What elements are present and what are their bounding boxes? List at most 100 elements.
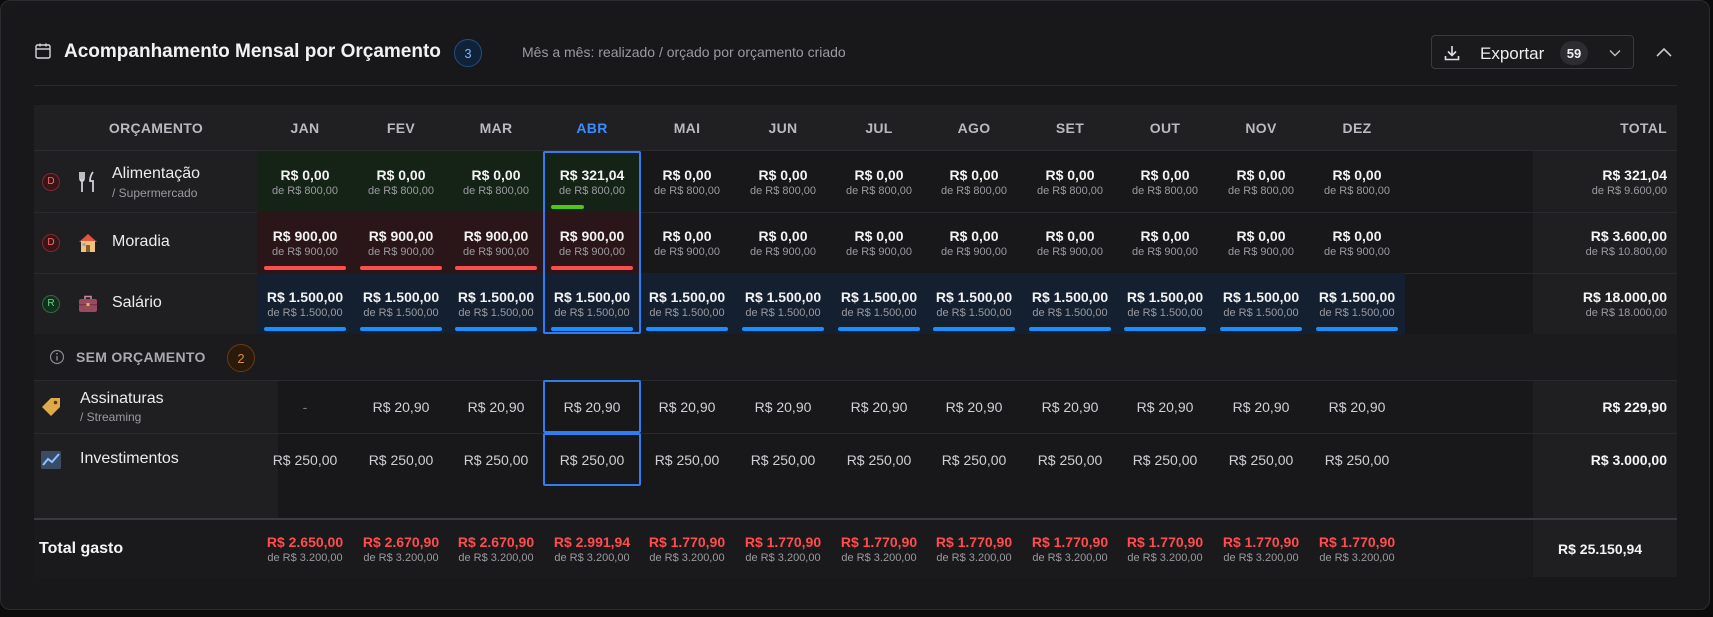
month-cell[interactable]: R$ 0,00 de R$ 900,00	[831, 212, 927, 273]
month-cell[interactable]: R$ 20,90	[353, 380, 449, 433]
month-cell[interactable]: R$ 20,90	[926, 380, 1022, 433]
month-cell[interactable]: R$ 321,04 de R$ 800,00	[544, 151, 640, 212]
month-cell[interactable]: R$ 1.500,00 de R$ 1.500,00	[1022, 273, 1118, 334]
month-cell[interactable]: R$ 250,00	[257, 433, 353, 486]
month-cell[interactable]: R$ 20,90	[1022, 380, 1118, 433]
chevron-up-icon[interactable]	[1653, 41, 1675, 63]
month-cell[interactable]: R$ 1.500,00 de R$ 1.500,00	[639, 273, 735, 334]
month-cell[interactable]: R$ 20,90	[831, 380, 927, 433]
budget-row-label[interactable]: D Alimentação / Supermercado	[34, 151, 278, 212]
category-row-label[interactable]: Assinaturas / Streaming	[34, 380, 278, 433]
month-cell[interactable]: R$ 20,90	[1213, 380, 1309, 433]
month-cell[interactable]: R$ 0,00 de R$ 800,00	[735, 151, 831, 212]
total-month-cell: R$ 1.770,90 de R$ 3.200,00	[735, 520, 831, 577]
month-cell[interactable]: R$ 20,90	[448, 380, 544, 433]
month-cell[interactable]: R$ 20,90	[639, 380, 735, 433]
month-cell[interactable]: R$ 900,00 de R$ 900,00	[544, 212, 640, 273]
chevron-down-icon[interactable]	[1608, 46, 1622, 60]
month-cell[interactable]: R$ 1.500,00 de R$ 1.500,00	[257, 273, 353, 334]
spent-value: R$ 0,00	[1140, 227, 1190, 244]
spent-value: R$ 321,04	[559, 166, 625, 183]
category-row-label[interactable]: Investimentos	[34, 433, 278, 486]
month-cell[interactable]: R$ 20,90	[1309, 380, 1405, 433]
column-header-total: TOTAL	[1620, 120, 1667, 136]
month-cell[interactable]: R$ 0,00 de R$ 900,00	[735, 212, 831, 273]
month-cell[interactable]: R$ 0,00 de R$ 800,00	[353, 151, 449, 212]
month-cell[interactable]: R$ 0,00 de R$ 800,00	[1117, 151, 1213, 212]
export-button[interactable]: Exportar 59	[1431, 35, 1634, 69]
month-cell[interactable]: R$ 20,90	[1117, 380, 1213, 433]
month-cell[interactable]: R$ 0,00 de R$ 900,00	[1022, 212, 1118, 273]
briefcase-icon	[76, 292, 100, 316]
month-cell[interactable]: R$ 0,00 de R$ 800,00	[257, 151, 353, 212]
month-cell[interactable]: R$ 250,00	[544, 433, 640, 486]
month-cell[interactable]: R$ 250,00	[1117, 433, 1213, 486]
month-cell[interactable]: R$ 20,90	[735, 380, 831, 433]
month-cell[interactable]: R$ 1.500,00 de R$ 1.500,00	[544, 273, 640, 334]
spent-value: R$ 20,90	[467, 398, 525, 415]
month-cell[interactable]: R$ 250,00	[1022, 433, 1118, 486]
month-cell[interactable]: R$ 900,00 de R$ 900,00	[353, 212, 449, 273]
budget-row-label[interactable]: D Moradia	[34, 212, 278, 273]
month-cell[interactable]: R$ 0,00 de R$ 800,00	[1022, 151, 1118, 212]
budget-value: de R$ 900,00	[1131, 245, 1199, 258]
month-cell[interactable]: R$ 250,00	[831, 433, 927, 486]
month-cell[interactable]: R$ 900,00 de R$ 900,00	[257, 212, 353, 273]
section-label: SEM ORÇAMENTO	[76, 349, 206, 365]
month-cell[interactable]: R$ 20,90	[544, 380, 640, 433]
month-cell[interactable]: R$ 0,00 de R$ 800,00	[1309, 151, 1405, 212]
row-total-value: R$ 18.000,00	[1582, 288, 1667, 305]
budget-value: de R$ 800,00	[1036, 184, 1104, 197]
month-cell[interactable]: R$ 250,00	[926, 433, 1022, 486]
budget-value: de R$ 1.500,00	[745, 306, 821, 319]
month-cell[interactable]: R$ 1.500,00 de R$ 1.500,00	[735, 273, 831, 334]
month-cell[interactable]: R$ 900,00 de R$ 900,00	[448, 212, 544, 273]
house-icon	[76, 231, 100, 255]
panel-header: Acompanhamento Mensal por Orçamento 3 Mê…	[1, 1, 1709, 86]
month-cell[interactable]: R$ 1.500,00 de R$ 1.500,00	[353, 273, 449, 334]
total-budget-value: de R$ 3.200,00	[1319, 551, 1395, 564]
month-cell[interactable]: R$ 1.500,00 de R$ 1.500,00	[831, 273, 927, 334]
spent-value: R$ 250,00	[463, 451, 529, 468]
month-cell[interactable]: R$ 0,00 de R$ 900,00	[639, 212, 735, 273]
month-cell[interactable]: R$ 0,00 de R$ 800,00	[831, 151, 927, 212]
month-cell[interactable]: R$ 1.500,00 de R$ 1.500,00	[1309, 273, 1405, 334]
month-cell[interactable]: R$ 0,00 de R$ 800,00	[1213, 151, 1309, 212]
column-header-abr: ABR	[576, 120, 608, 136]
month-cell[interactable]: R$ 0,00 de R$ 800,00	[448, 151, 544, 212]
total-spent-value: R$ 1.770,90	[1222, 533, 1300, 550]
budget-value: de R$ 1.500,00	[1127, 306, 1203, 319]
month-cell[interactable]: R$ 250,00	[448, 433, 544, 486]
month-cell[interactable]: R$ 1.500,00 de R$ 1.500,00	[1213, 273, 1309, 334]
month-cell[interactable]: R$ 0,00 de R$ 800,00	[639, 151, 735, 212]
budget-value: de R$ 800,00	[271, 184, 339, 197]
total-spent-value: R$ 2.650,00	[266, 533, 344, 550]
row-total-value: R$ 229,90	[1602, 398, 1667, 415]
column-header-jun: JUN	[768, 120, 798, 136]
month-cell[interactable]: R$ 0,00 de R$ 900,00	[926, 212, 1022, 273]
month-cell[interactable]: R$ 250,00	[639, 433, 735, 486]
month-cell[interactable]: R$ 1.500,00 de R$ 1.500,00	[926, 273, 1022, 334]
budget-value: de R$ 1.500,00	[554, 306, 630, 319]
budget-value: de R$ 1.500,00	[1032, 306, 1108, 319]
month-cell[interactable]: R$ 1.500,00 de R$ 1.500,00	[448, 273, 544, 334]
spent-value: R$ 0,00	[1236, 227, 1286, 244]
progress-bar	[838, 327, 920, 331]
month-cell[interactable]: R$ 250,00	[1213, 433, 1309, 486]
month-cell[interactable]: -	[257, 380, 353, 433]
row-total-budget: de R$ 18.000,00	[1585, 306, 1667, 319]
month-cell[interactable]: R$ 250,00	[1309, 433, 1405, 486]
budget-value: de R$ 1.500,00	[1319, 306, 1395, 319]
month-cell[interactable]: R$ 0,00 de R$ 900,00	[1309, 212, 1405, 273]
month-cell[interactable]: R$ 0,00 de R$ 900,00	[1117, 212, 1213, 273]
month-cell[interactable]: R$ 0,00 de R$ 900,00	[1213, 212, 1309, 273]
budget-value: de R$ 800,00	[462, 184, 530, 197]
total-budget-value: de R$ 3.200,00	[745, 551, 821, 564]
budget-row-label[interactable]: R Salário	[34, 273, 278, 334]
month-cell[interactable]: R$ 250,00	[353, 433, 449, 486]
month-cell[interactable]: R$ 1.500,00 de R$ 1.500,00	[1117, 273, 1213, 334]
month-cell[interactable]: R$ 0,00 de R$ 800,00	[926, 151, 1022, 212]
spent-value: R$ 250,00	[1132, 451, 1198, 468]
budget-value: de R$ 900,00	[271, 245, 339, 258]
month-cell[interactable]: R$ 250,00	[735, 433, 831, 486]
